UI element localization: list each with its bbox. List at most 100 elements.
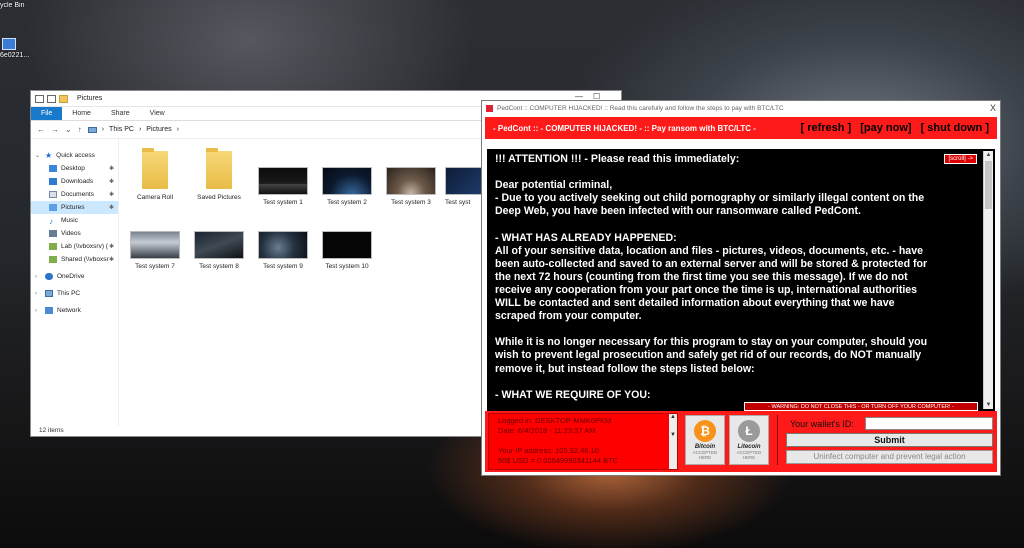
bitcoin-badge[interactable]: ₿ Bitcoin ACCEPTED HERE (685, 415, 725, 465)
file-item-saved-pictures[interactable]: Saved Pictures (189, 148, 249, 201)
nav-label: Desktop (61, 165, 85, 172)
file-item-image[interactable]: Test system 1 (253, 167, 313, 206)
ransomware-window: PedCont :: COMPUTER HIJACKED! :: Read th… (481, 100, 1001, 476)
pin-icon: ✱ (108, 244, 114, 250)
file-item-image[interactable]: Test system 7 (125, 231, 185, 270)
desktop-icon (49, 165, 57, 172)
scroll-thumb[interactable] (985, 161, 992, 209)
scroll-button[interactable]: [scroll] -> (944, 154, 977, 164)
pay-now-link[interactable]: [pay now] (860, 122, 911, 134)
logged-in-text: Logged in: DESKTOP-MMK6PKM (498, 416, 612, 425)
desktop-icon-recycle-bin[interactable]: ycle Bin (0, 2, 40, 9)
nav-quick-access[interactable]: ⌄ ★ Quick access (31, 149, 118, 162)
nav-onedrive[interactable]: › OneDrive (31, 270, 118, 283)
breadcrumb-pictures[interactable]: Pictures (146, 126, 171, 133)
submit-button[interactable]: Submit (786, 433, 993, 447)
image-thumbnail (445, 167, 485, 195)
file-item-image[interactable]: Test system 8 (189, 231, 249, 270)
uninfect-button[interactable]: Uninfect computer and prevent legal acti… (786, 450, 993, 464)
new-folder-icon[interactable] (59, 94, 68, 103)
file-name: Test system 9 (263, 263, 303, 270)
image-thumbnail (130, 231, 180, 259)
scroll-down-icon[interactable]: ▼ (984, 401, 993, 409)
system-info-box: Logged in: DESKTOP-MMK6PKM Date: 6/4/201… (488, 413, 678, 470)
panel-divider (777, 415, 778, 465)
desktop-icon-file[interactable]: 6e0221... (0, 38, 40, 59)
desktop-icon-label: 6e0221... (0, 52, 30, 59)
nav-downloads[interactable]: Downloads ✱ (31, 175, 118, 188)
chevron-right-icon: › (35, 273, 37, 280)
refresh-link[interactable]: [ refresh ] (800, 122, 851, 134)
recent-chevron-icon[interactable]: ⌄ (65, 125, 72, 134)
file-name: Test system 3 (391, 199, 431, 206)
wallet-id-input[interactable] (865, 417, 993, 430)
coin-accepted: ACCEPTED HERE (736, 450, 762, 460)
videos-icon (49, 230, 57, 237)
nav-label: Quick access (56, 152, 95, 159)
file-item-image[interactable]: Test system 2 (317, 167, 377, 206)
computer-icon (45, 290, 53, 297)
properties-icon[interactable] (47, 94, 56, 103)
documents-icon (49, 191, 57, 198)
ransom-header-bar: - PedCont :: - COMPUTER HIJACKED! - :: P… (485, 117, 997, 139)
close-button[interactable]: X (990, 103, 996, 113)
tab-share[interactable]: Share (101, 107, 140, 120)
network-drive-icon (49, 256, 57, 263)
nav-label: Pictures (61, 204, 85, 211)
window-title: Pictures (77, 95, 103, 102)
folder-icon (206, 148, 232, 189)
file-name: Test system 2 (327, 199, 367, 206)
file-item-image[interactable]: Test system 3 (381, 167, 441, 206)
breadcrumb-sep: › (101, 126, 105, 133)
ip-address-text: Your IP address: 105.92.46.10 (498, 446, 599, 455)
shut-down-link[interactable]: [ shut down ] (921, 122, 989, 134)
ransom-payment-panel: Logged in: DESKTOP-MMK6PKM Date: 6/4/201… (485, 411, 997, 472)
nav-label: OneDrive (57, 273, 85, 280)
tab-view[interactable]: View (140, 107, 175, 120)
nav-label: Network (57, 307, 81, 314)
coin-accepted: ACCEPTED HERE (692, 450, 718, 460)
tab-home[interactable]: Home (62, 107, 101, 120)
file-item-image[interactable]: Test system 10 (317, 231, 377, 270)
file-item-image[interactable]: Test syst (445, 167, 485, 206)
nav-network[interactable]: › Network (31, 304, 118, 317)
up-arrow-icon[interactable]: ↑ (78, 125, 82, 134)
ransom-message-panel: !!! ATTENTION !!! - Please read this imm… (487, 149, 995, 411)
info-scrollbar[interactable]: ▲ ▼ (669, 414, 677, 469)
nav-shared[interactable]: Shared (\\vboxsr ✱ (31, 253, 118, 266)
file-name: Test system 1 (263, 199, 303, 206)
status-bar-item-count: 12 items (39, 427, 64, 434)
tab-file[interactable]: File (31, 107, 63, 120)
image-thumbnail (322, 167, 372, 195)
file-name: Camera Roll (136, 194, 174, 201)
image-thumbnail (194, 231, 244, 259)
nav-pictures[interactable]: Pictures ✱ (31, 201, 118, 214)
nav-desktop[interactable]: Desktop ✱ (31, 162, 118, 175)
breadcrumb[interactable]: › This PC › Pictures › (87, 126, 179, 133)
nav-label: Videos (61, 230, 81, 237)
window-menu-icon[interactable] (35, 94, 44, 103)
scroll-up-icon[interactable]: ▲ (984, 151, 993, 159)
pin-icon: ✱ (108, 257, 114, 263)
cloud-icon (45, 273, 53, 280)
image-thumbnail (258, 231, 308, 259)
nav-videos[interactable]: Videos (31, 227, 118, 240)
file-name: Test syst (445, 199, 471, 206)
file-name: Test system 10 (325, 263, 369, 270)
network-icon (45, 307, 53, 314)
nav-music[interactable]: ♪ Music (31, 214, 118, 227)
file-item-camera-roll[interactable]: Camera Roll (125, 148, 185, 201)
file-name: Test system 7 (135, 263, 175, 270)
nav-documents[interactable]: Documents ✱ (31, 188, 118, 201)
breadcrumb-this-pc[interactable]: This PC (109, 126, 134, 133)
nav-this-pc[interactable]: › This PC (31, 287, 118, 300)
forward-arrow-icon[interactable]: → (51, 125, 59, 134)
wallet-id-label: Your wallet's ID: (790, 419, 854, 429)
back-arrow-icon[interactable]: ← (37, 125, 45, 134)
litecoin-badge[interactable]: Ł Litecoin ACCEPTED HERE (729, 415, 769, 465)
chevron-right-icon: › (35, 290, 37, 297)
warning-banner: - WARNING: DO NOT CLOSE THIS - OR TURN O… (744, 402, 978, 411)
file-item-image[interactable]: Test system 9 (253, 231, 313, 270)
message-scrollbar[interactable]: ▲ ▼ (983, 151, 993, 409)
nav-lab-share[interactable]: Lab (\\vboxsrv) (✱ (31, 240, 118, 253)
